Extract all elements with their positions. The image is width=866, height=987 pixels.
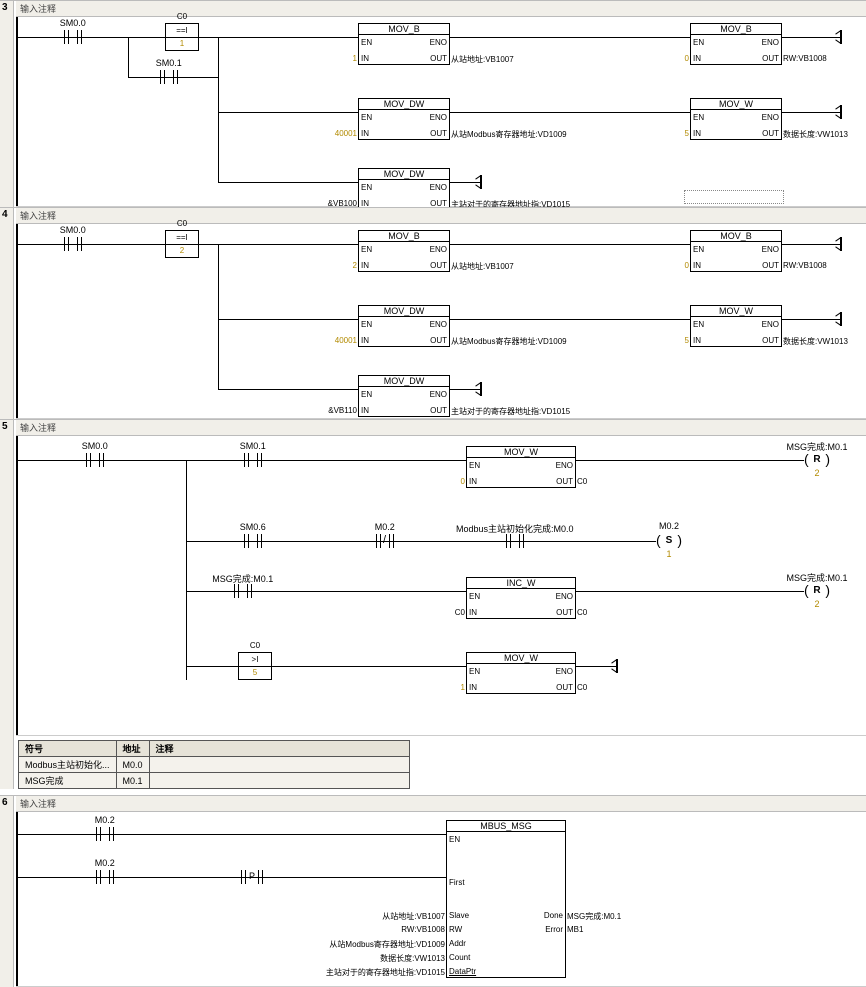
network-comment[interactable]: 输入注释 <box>16 208 866 224</box>
terminator-icon <box>616 659 618 673</box>
contact-sm00: SM0.0 <box>64 237 82 255</box>
network-comment[interactable]: 输入注释 <box>16 420 866 436</box>
network-4: 4 输入注释 SM0.0 C0 ==I2 MOV_B ENENO INOUT 2… <box>0 207 866 419</box>
symbol-table: 符号地址注释 Modbus主站初始化...M0.0 MSG完成M0.1 <box>18 740 410 789</box>
fbox-mbus-msg: MBUS_MSG EN First Slave RW Addr Count Da… <box>446 820 566 978</box>
network-3: 3 输入注释 SM0.0 C0 ==I1 SM0.1 MOV_B ENENO I… <box>0 0 866 207</box>
fbox-mov-b-1: MOV_B ENENO INOUT 1 从站地址:VB1007 <box>358 23 450 65</box>
contact-m02-a: M0.2 <box>96 827 114 845</box>
compare-c0-gt: C0 >I5 <box>238 652 272 680</box>
terminator-icon <box>480 382 482 396</box>
contact-sm00: SM0.0 <box>86 453 104 471</box>
contact-not-m02: M0.2/ <box>376 534 394 552</box>
compare-c0-eq: C0 ==I2 <box>165 230 199 258</box>
contact-sm01: SM0.1 <box>160 70 178 88</box>
fbox-mov-w-1: MOV_W ENENO INOUT 5 数据长度:VW1013 <box>690 305 782 347</box>
fbox-mov-w-2: MOV_W ENENO INOUT 1 C0 <box>466 652 576 694</box>
terminator-icon <box>480 175 482 189</box>
network-number: 6 <box>2 797 8 808</box>
fbox-mov-w-1: MOV_W ENENO INOUT 0 C0 <box>466 446 576 488</box>
coil-reset-2: MSG完成:M0.1R2 <box>804 583 830 599</box>
contact-msg-done: MSG完成:M0.1 <box>234 584 252 602</box>
fbox-mov-dw-2: MOV_DW ENENO INOUT &VB110 主站对于的寄存器地址指:VD… <box>358 375 450 417</box>
coil-set-m02: M0.2S1 <box>656 533 682 549</box>
contact-pulse: P <box>241 870 263 888</box>
terminator-icon <box>840 312 842 326</box>
network-number: 5 <box>2 421 8 432</box>
fbox-mov-dw-1: MOV_DW ENENO INOUT 40001 从站Modbus寄存器地址:V… <box>358 305 450 347</box>
network-number: 3 <box>2 2 8 13</box>
fbox-mov-dw-2: MOV_DW ENENO INOUT &VB100 主站对于的寄存器地址指:VD… <box>358 168 450 210</box>
network-6: 6 输入注释 M0.2 M0.2 P MBUS_MSG EN First Sla… <box>0 795 866 987</box>
contact-sm06: SM0.6 <box>244 534 262 552</box>
fbox-mov-dw-1: MOV_DW ENENO INOUT 40001 从站Modbus寄存器地址:V… <box>358 98 450 140</box>
fbox-mov-b-2: MOV_B ENENO INOUT 0 RW:VB1008 <box>690 23 782 65</box>
terminator-icon <box>840 237 842 251</box>
fbox-mov-b-2: MOV_B ENENO INOUT 0 RW:VB1008 <box>690 230 782 272</box>
network-comment[interactable]: 输入注释 <box>16 796 866 812</box>
fbox-inc-w: INC_W ENENO INOUT C0 C0 <box>466 577 576 619</box>
fbox-mov-b-1: MOV_B ENENO INOUT 2 从站地址:VB1007 <box>358 230 450 272</box>
coil-reset-1: MSG完成:M0.1R2 <box>804 452 830 468</box>
contact-sm01: SM0.1 <box>244 453 262 471</box>
contact-m02-b: M0.2 <box>96 870 114 888</box>
compare-c0-eq: C0 ==I1 <box>165 23 199 51</box>
contact-modbus-init: Modbus主站初始化完成:M0.0 <box>506 534 524 552</box>
placeholder-box <box>684 190 784 204</box>
fbox-mov-w-1: MOV_W ENENO INOUT 5 数据长度:VW1013 <box>690 98 782 140</box>
terminator-icon <box>840 30 842 44</box>
network-comment[interactable]: 输入注释 <box>16 1 866 17</box>
terminator-icon <box>840 105 842 119</box>
contact-sm00: SM0.0 <box>64 30 82 48</box>
network-5: 5 输入注释 SM0.0 SM0.1 MOV_W ENENO INOUT 0 C… <box>0 419 866 789</box>
network-number: 4 <box>2 209 8 220</box>
